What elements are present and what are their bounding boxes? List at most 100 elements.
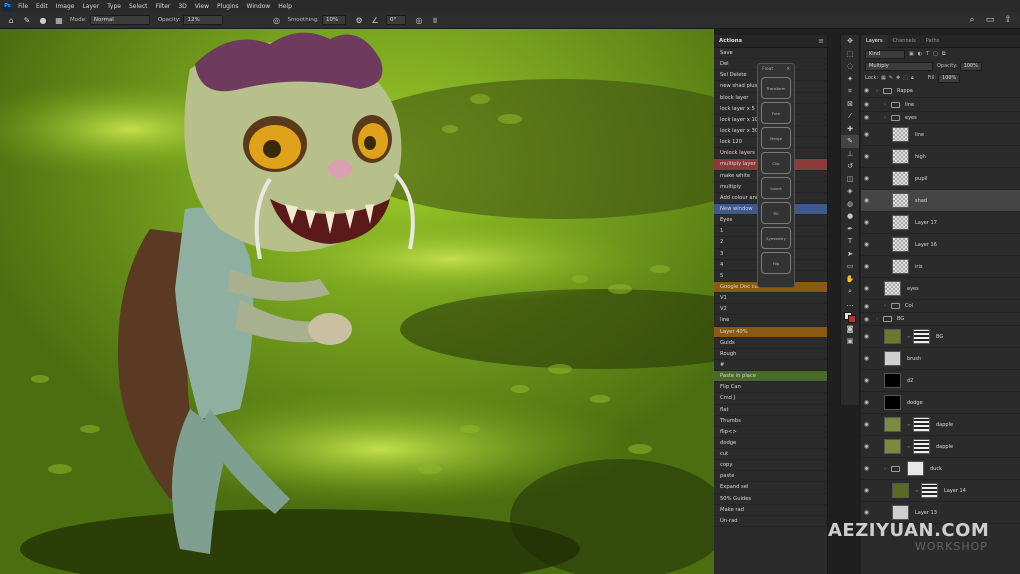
smoothing-gear-icon[interactable]: ⚙ [354,15,364,25]
action-item[interactable]: 50% Guides [714,494,827,505]
action-item[interactable]: V2 [714,304,827,316]
layer-thumbnail[interactable] [884,373,901,388]
opacity-input[interactable]: 12% [183,15,224,25]
action-item[interactable]: flip<> [714,427,827,438]
action-item[interactable]: Cmd J [714,393,827,405]
action-item[interactable]: Thumbs [714,416,827,427]
visibility-eye-icon[interactable]: ◉ [861,443,872,450]
visibility-eye-icon[interactable]: ◉ [861,303,872,310]
expand-chevron-icon[interactable]: › [884,466,891,472]
tab-layers[interactable]: Layers [861,34,888,48]
visibility-eye-icon[interactable]: ◉ [861,175,872,182]
action-item[interactable]: flat [714,405,827,416]
home-icon[interactable]: ⌂ [6,15,16,25]
filter-shape-icon[interactable]: ▢ [933,51,938,57]
filter-adjustment-icon[interactable]: ◐ [918,51,922,57]
menu-item-window[interactable]: Window [247,3,271,10]
layer-mask-thumbnail[interactable] [907,461,924,476]
menu-item-image[interactable]: Image [56,3,75,10]
expand-chevron-icon[interactable]: › [876,316,883,322]
filter-smart-object-icon[interactable]: ⧉ [942,51,946,57]
link-icon[interactable]: ∞ [907,334,911,339]
fill-input[interactable]: 100% [938,73,961,83]
menu-item-3d[interactable]: 3D [178,3,186,10]
visibility-eye-icon[interactable]: ◉ [861,509,872,516]
workspace-icon[interactable]: ▭ [984,14,996,26]
clone-stamp-tool-icon[interactable]: ⊥ [841,148,859,161]
share-icon[interactable]: ⇪ [1002,14,1014,26]
visibility-eye-icon[interactable]: ◉ [861,263,872,270]
history-brush-tool-icon[interactable]: ↺ [841,160,859,173]
action-item[interactable]: Expand sel [714,482,827,494]
layer-thumbnail[interactable] [884,395,901,410]
more-tools-icon[interactable]: … [841,298,859,311]
visibility-eye-icon[interactable]: ◉ [861,219,872,226]
magic-wand-tool-icon[interactable]: ✦ [841,73,859,86]
visibility-eye-icon[interactable]: ◉ [861,101,872,108]
action-item[interactable]: Layer 40% [714,326,827,338]
layer-thumbnail[interactable] [892,215,909,230]
action-item[interactable]: Paste in place [714,371,827,383]
menu-item-select[interactable]: Select [129,3,148,10]
visibility-eye-icon[interactable]: ◉ [861,333,872,340]
paint-bucket-tool-icon[interactable]: ◈ [841,185,859,198]
visibility-eye-icon[interactable]: ◉ [861,197,872,204]
layer-mask-thumbnail[interactable] [913,439,930,454]
lock-transparent-icon[interactable]: ▦ [881,75,886,81]
visibility-eye-icon[interactable]: ◉ [861,355,872,362]
healing-tool-icon[interactable]: ✚ [841,123,859,136]
visibility-eye-icon[interactable]: ◉ [861,87,872,94]
layer-row[interactable]: ◉ shad [861,190,1020,212]
layer-row[interactable]: ◉ high [861,146,1020,168]
eraser-tool-icon[interactable]: ◫ [841,173,859,186]
layer-thumbnail[interactable] [884,351,901,366]
hand-tool-icon[interactable]: ✋ [841,273,859,286]
layer-mask-thumbnail[interactable] [913,329,930,344]
menu-item-plugins[interactable]: Plugins [217,3,239,10]
action-item[interactable]: cut [714,449,827,461]
link-icon[interactable]: ∞ [915,488,919,493]
brush-settings-icon[interactable]: ▦ [54,15,64,25]
layer-row[interactable]: ◉ › Col [861,300,1020,313]
lock-all-icon[interactable]: 🔒︎ [911,75,914,81]
frame-tool-icon[interactable]: ⊠ [841,98,859,111]
float-panel-button[interactable]: Transform [761,77,791,99]
layer-row[interactable]: ◉ › BG [861,313,1020,326]
layer-row[interactable]: ◉ › eyes [861,112,1020,124]
link-icon[interactable]: ∞ [907,444,911,449]
layer-row[interactable]: ◉ line [861,124,1020,146]
menu-item-help[interactable]: Help [278,3,292,10]
action-item[interactable]: dodge [714,438,827,450]
menu-item-file[interactable]: File [18,3,28,10]
layer-row[interactable]: ◉ ∞ BG [861,326,1020,348]
visibility-eye-icon[interactable]: ◉ [861,399,872,406]
close-icon[interactable]: ✕ [786,67,790,72]
pressure-size-icon[interactable]: ◎ [414,15,424,25]
layer-row[interactable]: ◉ Layer 16 [861,234,1020,256]
tab-paths[interactable]: Paths [921,35,945,48]
layer-thumbnail[interactable] [892,237,909,252]
lock-image-icon[interactable]: ✎ [889,75,893,81]
float-panel-button[interactable]: Symmetry [761,227,791,249]
shape-tool-icon[interactable]: ▭ [841,260,859,273]
visibility-eye-icon[interactable]: ◉ [861,487,872,494]
layer-thumbnail[interactable] [892,259,909,274]
menu-item-type[interactable]: Type [107,3,121,10]
link-icon[interactable]: ∞ [907,422,911,427]
layer-thumbnail[interactable] [892,193,909,208]
layer-row[interactable]: ◉ brush [861,348,1020,370]
layer-thumbnail[interactable] [884,329,901,344]
expand-chevron-icon[interactable]: › [876,88,883,94]
expand-chevron-icon[interactable]: › [884,102,891,108]
layer-mask-thumbnail[interactable] [913,417,930,432]
layer-kind-filter[interactable]: Kind [865,49,905,59]
lock-artboard-icon[interactable]: ⬚ [903,75,908,81]
expand-chevron-icon[interactable]: › [884,303,891,309]
layer-mask-thumbnail[interactable] [921,483,938,498]
menu-item-view[interactable]: View [195,3,209,10]
pen-tool-icon[interactable]: ✒ [841,223,859,236]
layer-row[interactable]: ◉ ∞ dapple [861,414,1020,436]
layer-opacity-input[interactable]: 100% [959,61,982,71]
lock-position-icon[interactable]: ✥ [896,75,900,81]
float-panel-button[interactable]: Merge [761,127,791,149]
